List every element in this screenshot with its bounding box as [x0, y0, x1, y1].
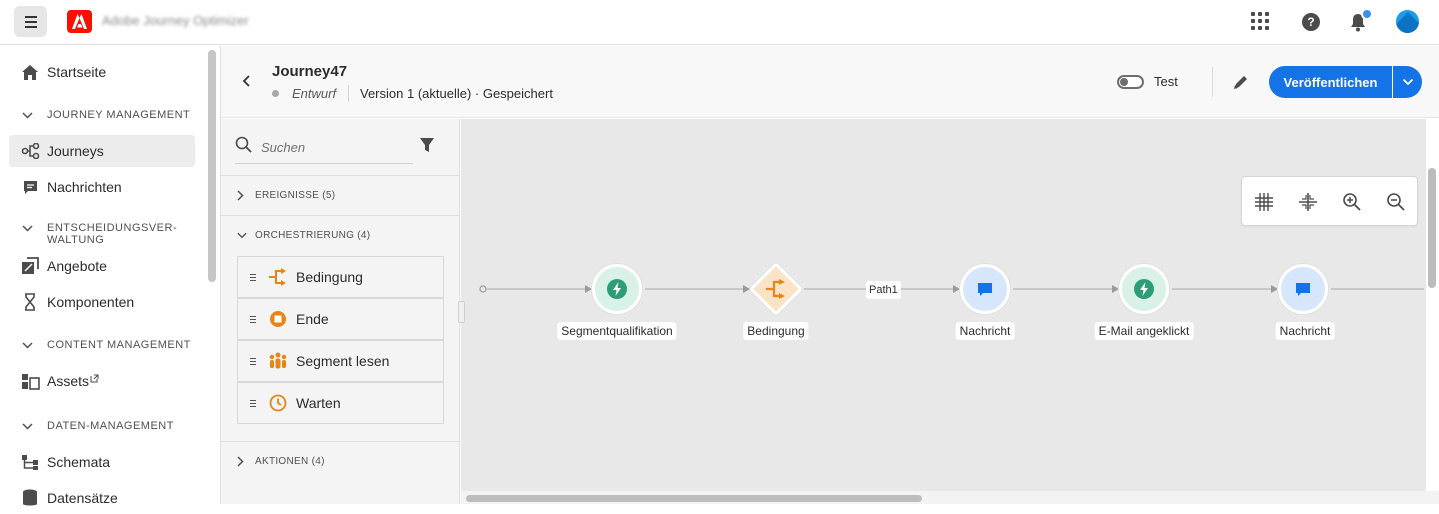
fit-to-screen-icon[interactable]: [1297, 191, 1319, 213]
zoom-in-icon[interactable]: [1341, 191, 1363, 213]
flow-connectors: [479, 285, 1424, 293]
path-label[interactable]: Path1: [866, 281, 901, 299]
canvas-node-message[interactable]: [1278, 264, 1328, 314]
canvas-node-label: E-Mail angeklickt: [1094, 322, 1194, 340]
message-icon: [978, 282, 992, 296]
canvas-node-label: Segmentqualifikation: [557, 322, 677, 340]
grid-icon[interactable]: [1253, 191, 1275, 213]
canvas-horizontal-scrollbar[interactable]: [466, 495, 922, 502]
canvas-node-message[interactable]: [960, 264, 1010, 314]
message-icon: [1296, 282, 1310, 296]
lightning-icon: [607, 279, 627, 299]
zoom-out-icon[interactable]: [1385, 191, 1407, 213]
lightning-icon: [1134, 279, 1154, 299]
canvas-node-label: Nachricht: [955, 322, 1015, 340]
canvas-node-label: Bedingung: [743, 322, 809, 340]
canvas-zoom-toolbar: [1241, 176, 1418, 226]
canvas-node-email-clicked[interactable]: [1119, 264, 1169, 314]
canvas-node-label: Nachricht: [1275, 322, 1335, 340]
canvas-node-segment-qualification[interactable]: [592, 264, 642, 314]
canvas-vertical-scrollbar[interactable]: [1428, 168, 1436, 288]
condition-icon: [764, 277, 788, 301]
